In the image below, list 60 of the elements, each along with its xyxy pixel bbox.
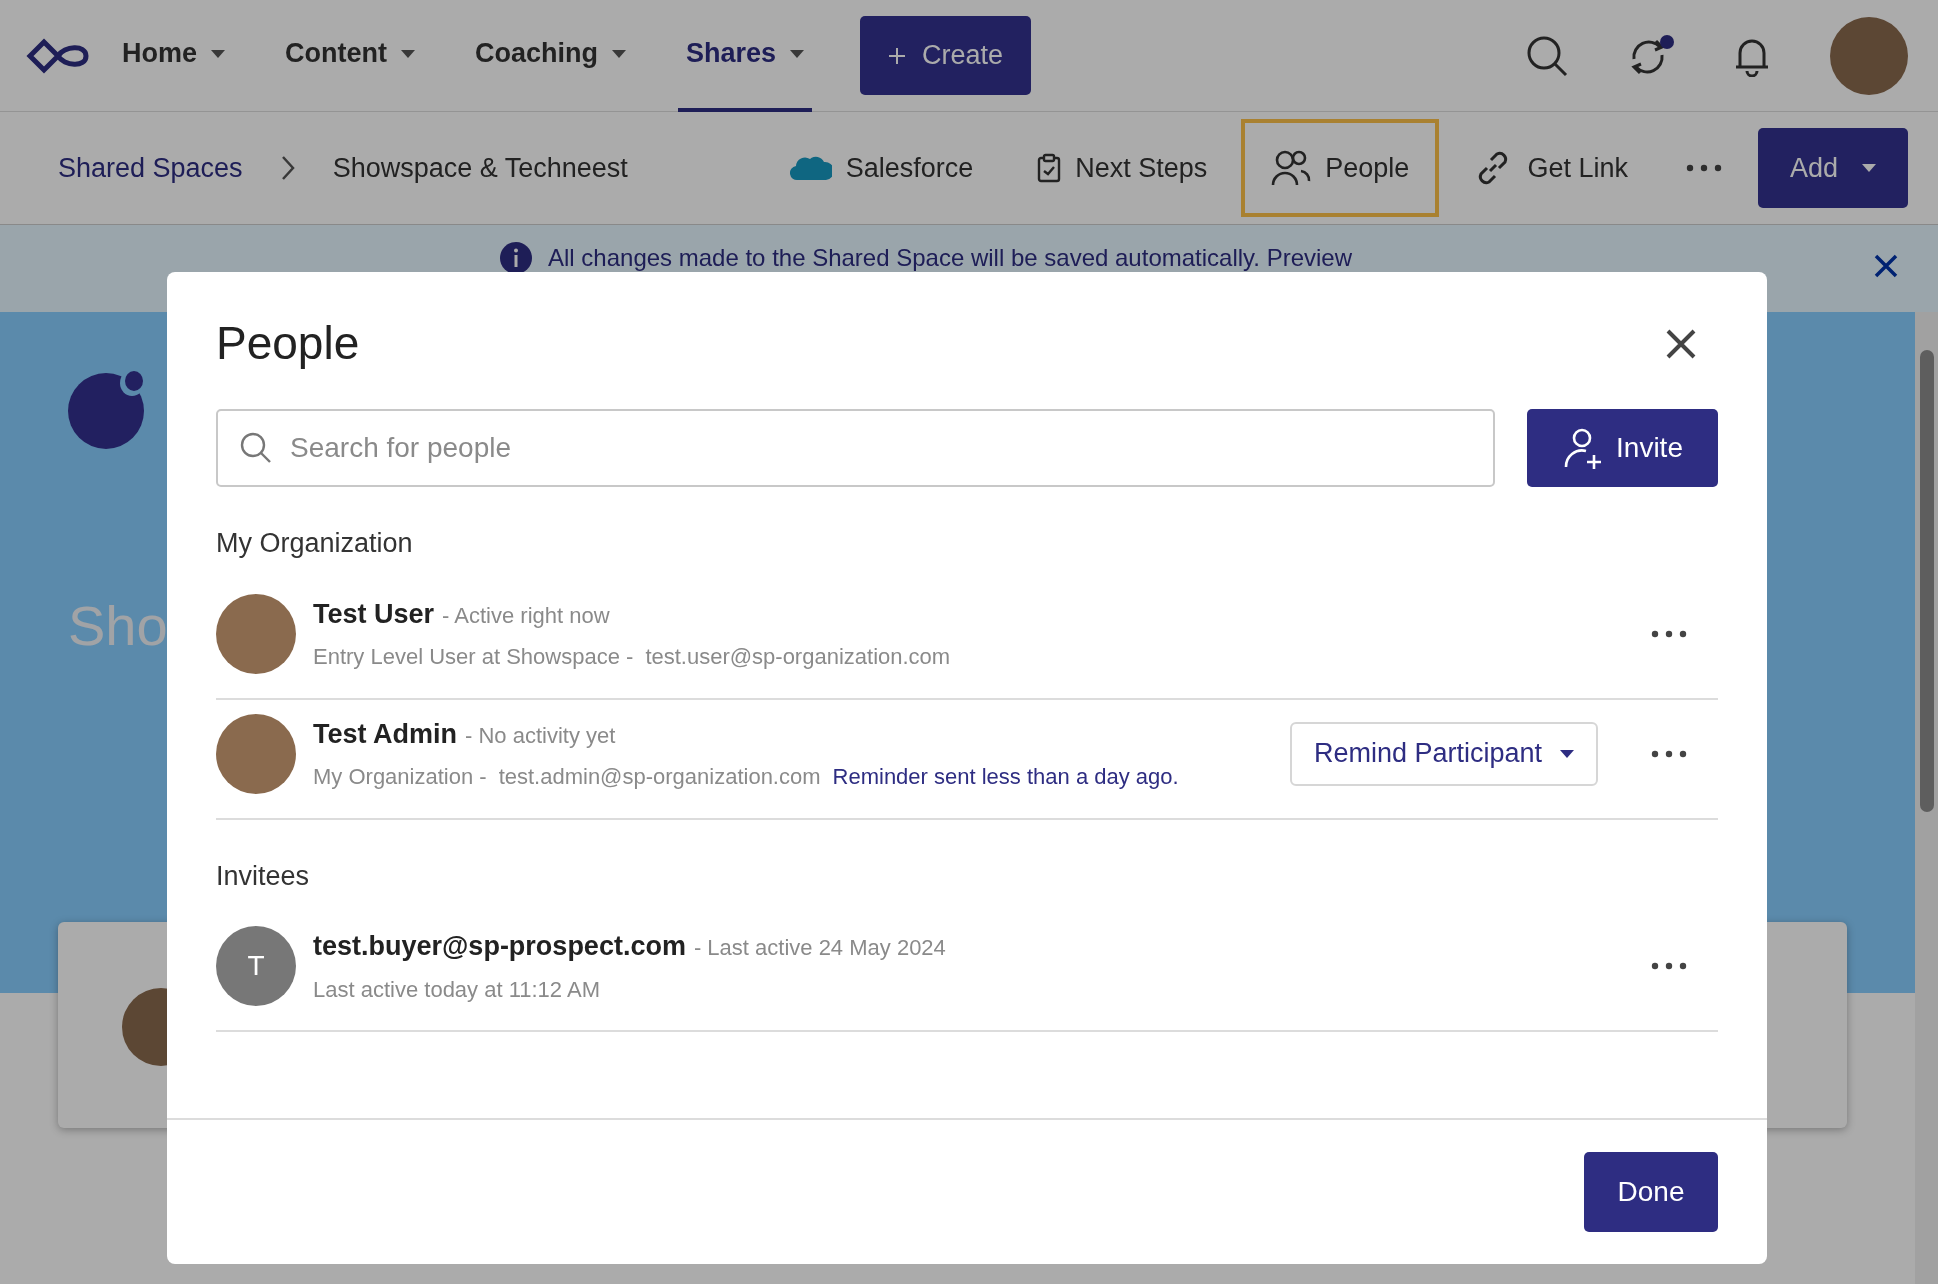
reminder-note: Reminder sent less than a day ago. xyxy=(832,763,1179,792)
nav-tab[interactable]: Coaching xyxy=(467,0,634,112)
search-icon xyxy=(240,432,272,465)
toolbar-button[interactable]: Get Link xyxy=(1443,119,1658,217)
nav-tab[interactable]: Home xyxy=(114,0,233,112)
toolbar-button[interactable]: People xyxy=(1241,119,1440,217)
add-button[interactable]: Add xyxy=(1757,128,1908,208)
person-email: test.user@sp-organization.com xyxy=(645,643,951,672)
breadcrumb-link[interactable]: Showspace & Techneest xyxy=(332,147,628,189)
logo-icon xyxy=(26,37,90,74)
scroll-thumb[interactable] xyxy=(1920,350,1934,812)
remind-dropdown[interactable]: Remind Participant xyxy=(1289,721,1598,786)
person-email: test.admin@sp-organization.com xyxy=(498,763,821,792)
caret-icon xyxy=(790,49,805,58)
avatar: T xyxy=(216,926,296,1007)
close-button[interactable] xyxy=(1874,254,1898,278)
search-field[interactable]: Search for people xyxy=(216,409,1495,488)
close-button[interactable] xyxy=(1666,328,1696,359)
activity-status: - Last active 24 May 2024 xyxy=(693,934,946,963)
section-heading: Invitees xyxy=(216,859,311,893)
breadcrumb-link[interactable]: Shared Spaces xyxy=(58,147,243,189)
dialog-title: People xyxy=(216,316,360,371)
nav-tab[interactable]: Shares xyxy=(678,0,813,112)
caret-icon xyxy=(1560,749,1574,758)
person-name: Test User xyxy=(313,597,435,631)
plus-icon xyxy=(888,46,907,65)
sync-icon[interactable] xyxy=(1628,34,1674,77)
toolbar-button[interactable]: Salesforce xyxy=(759,119,1004,217)
close-icon xyxy=(1874,254,1898,278)
more-icon xyxy=(1651,962,1687,971)
invite-button[interactable]: Invite xyxy=(1527,409,1718,488)
close-icon xyxy=(1666,328,1696,359)
chevron-icon xyxy=(280,155,295,181)
person-details: Last active today at 11:12 AM xyxy=(313,975,600,1004)
section-heading: My Organization xyxy=(216,527,414,561)
search-icon[interactable] xyxy=(1526,34,1568,77)
create-button[interactable]: Create xyxy=(860,16,1032,95)
more-icon xyxy=(1651,629,1687,638)
caret-icon xyxy=(1862,164,1876,172)
person-name: Test Admin xyxy=(313,717,457,751)
more-icon xyxy=(1651,749,1687,758)
banner-text: All changes made to the Shared Space will be saved automatically. Preview xyxy=(548,242,1352,273)
people-icon xyxy=(1271,149,1312,187)
clipboard-icon xyxy=(1037,153,1062,183)
activity-status: - Active right now xyxy=(442,601,610,630)
activity-status: - No activity yet xyxy=(465,721,616,750)
person-name: test.buyer@sp-prospect.com xyxy=(313,930,686,964)
preview-link[interactable]: Preview xyxy=(1266,243,1352,271)
done-button[interactable]: Done xyxy=(1584,1152,1718,1232)
caret-icon xyxy=(401,49,415,58)
cloud-icon xyxy=(789,154,832,182)
more-icon xyxy=(1685,164,1722,172)
nav-tab[interactable]: Content xyxy=(277,0,423,112)
person-details: My Organization - xyxy=(313,763,487,792)
person-details: Entry Level User at Showspace - xyxy=(313,643,634,672)
scrollbar[interactable] xyxy=(1915,312,1938,1284)
caret-icon xyxy=(612,49,626,58)
toolbar-button[interactable]: Next Steps xyxy=(1007,119,1238,217)
caret-icon xyxy=(211,49,225,58)
page-title: Sho xyxy=(68,593,168,659)
